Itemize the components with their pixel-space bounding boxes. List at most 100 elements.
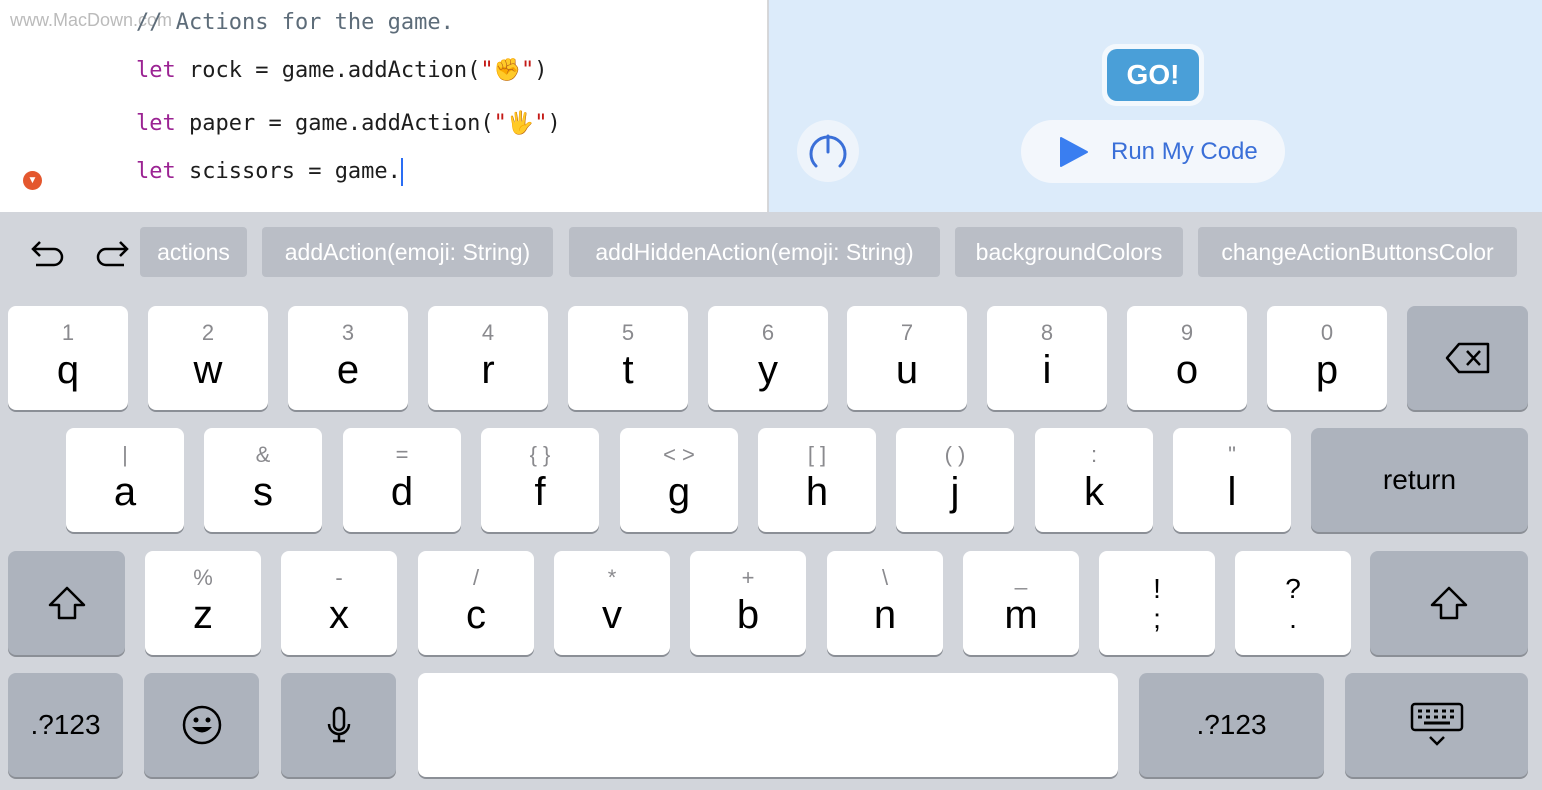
key-v[interactable]: * v bbox=[554, 551, 670, 655]
key-secondary-label: 2 bbox=[201, 320, 215, 345]
key-label: g bbox=[667, 470, 691, 514]
suggestion-chip[interactable]: addHiddenAction(emoji: String) bbox=[569, 227, 940, 277]
key-a[interactable]: | a bbox=[66, 428, 184, 532]
key-secondary-label: ? bbox=[1285, 573, 1301, 604]
key-h[interactable]: [ ] h bbox=[758, 428, 876, 532]
speedometer-icon bbox=[809, 134, 847, 168]
microphone-icon bbox=[327, 706, 350, 743]
key-label: .?123 bbox=[1196, 709, 1267, 740]
key-.[interactable]: ?. bbox=[1235, 551, 1351, 655]
key-secondary-label: 6 bbox=[761, 320, 775, 345]
key-r[interactable]: 4r bbox=[428, 306, 548, 410]
code-token: " bbox=[480, 58, 494, 83]
error-indicator-icon[interactable]: ▼ bbox=[23, 171, 42, 190]
suggestion-chip[interactable]: addAction(emoji: String) bbox=[262, 227, 553, 277]
key-e[interactable]: 3e bbox=[288, 306, 408, 410]
code-line[interactable]: let paper = game.addAction("🖐") bbox=[136, 111, 561, 136]
key-label: e bbox=[336, 348, 360, 392]
key-secondary-label: 7 bbox=[900, 320, 914, 345]
key-label: ; bbox=[1153, 603, 1161, 634]
key-secondary-label: - bbox=[335, 565, 343, 590]
space-key[interactable] bbox=[418, 673, 1118, 777]
key-label: o bbox=[1175, 348, 1199, 392]
code-comment: // Actions for the game. bbox=[136, 10, 454, 35]
key-g[interactable]: < > g bbox=[620, 428, 738, 532]
key-label: return bbox=[1382, 464, 1457, 495]
shift-key-left[interactable] bbox=[8, 551, 125, 655]
key-m[interactable]: _ m bbox=[963, 551, 1079, 655]
key-label: s bbox=[253, 470, 273, 514]
key-label: k bbox=[1084, 470, 1104, 514]
key-secondary-label: / bbox=[472, 565, 480, 590]
delete-icon bbox=[1445, 342, 1489, 374]
key-x[interactable]: -x bbox=[281, 551, 397, 655]
code-token: " bbox=[534, 111, 548, 136]
delete-key[interactable] bbox=[1407, 306, 1528, 410]
key-f[interactable]: { } f bbox=[481, 428, 599, 532]
hide-keyboard-key[interactable] bbox=[1345, 673, 1528, 777]
key-q[interactable]: 1q bbox=[8, 306, 128, 410]
key-n[interactable]: \ n bbox=[827, 551, 943, 655]
key-label: j bbox=[950, 470, 960, 514]
key-label: v bbox=[602, 593, 622, 637]
key-label: h bbox=[805, 470, 829, 514]
key-b[interactable]: + b bbox=[690, 551, 806, 655]
key-t[interactable]: 5t bbox=[568, 306, 688, 410]
key-;[interactable]: !; bbox=[1099, 551, 1215, 655]
key-label: a bbox=[113, 470, 137, 514]
emoji-key[interactable] bbox=[144, 673, 259, 777]
key-p[interactable]: 0p bbox=[1267, 306, 1387, 410]
redo-icon[interactable] bbox=[92, 232, 132, 272]
key-label: i bbox=[1042, 348, 1052, 392]
code-token: scissors = game. bbox=[175, 159, 401, 184]
key-secondary-label: 1 bbox=[61, 320, 75, 345]
key-label: y bbox=[758, 348, 778, 392]
return-key[interactable]: return bbox=[1311, 428, 1528, 532]
key-label: q bbox=[56, 348, 80, 392]
suggestion-chip[interactable]: changeActionButtonsColor bbox=[1198, 227, 1517, 277]
code-token: paper = game.addAction( bbox=[175, 111, 494, 136]
key-c[interactable]: / c bbox=[418, 551, 534, 655]
key-label: u bbox=[895, 348, 919, 392]
code-token: ) bbox=[534, 58, 548, 83]
numbers-key-right[interactable]: .?123 bbox=[1139, 673, 1324, 777]
shift-icon bbox=[1430, 586, 1468, 620]
code-line[interactable]: let scissors = game. bbox=[136, 158, 403, 186]
key-secondary-label: \ bbox=[881, 565, 889, 590]
key-secondary-label: ! bbox=[1153, 573, 1161, 604]
key-z[interactable]: % z bbox=[145, 551, 261, 655]
key-secondary-label: [ ] bbox=[807, 442, 827, 467]
key-secondary-label: 3 bbox=[341, 320, 355, 345]
key-j[interactable]: ( ) j bbox=[896, 428, 1014, 532]
key-d[interactable]: = d bbox=[343, 428, 461, 532]
key-secondary-label: { } bbox=[529, 442, 551, 467]
key-l[interactable]: " l bbox=[1173, 428, 1291, 532]
suggestion-chip[interactable]: backgroundColors bbox=[955, 227, 1183, 277]
key-label: m bbox=[1004, 593, 1038, 637]
key-w[interactable]: 2w bbox=[148, 306, 268, 410]
key-i[interactable]: 8i bbox=[987, 306, 1107, 410]
key-y[interactable]: 6y bbox=[708, 306, 828, 410]
key-o[interactable]: 9o bbox=[1127, 306, 1247, 410]
code-token: let bbox=[136, 159, 176, 184]
key-s[interactable]: & s bbox=[204, 428, 322, 532]
numbers-key-left[interactable]: .?123 bbox=[8, 673, 123, 777]
go-button[interactable]: GO! bbox=[1102, 44, 1204, 106]
dictation-key[interactable] bbox=[281, 673, 396, 777]
code-line[interactable]: let rock = game.addAction("✊") bbox=[136, 58, 548, 83]
suggestion-chip[interactable]: actions bbox=[140, 227, 247, 277]
code-editor[interactable]: www.MacDown.com // Actions for the game.… bbox=[0, 0, 768, 212]
key-secondary-label: ( ) bbox=[944, 442, 966, 467]
key-secondary-label: < > bbox=[663, 442, 695, 467]
key-label: l bbox=[1227, 470, 1237, 514]
key-secondary-label: : bbox=[1090, 442, 1098, 467]
undo-icon[interactable] bbox=[28, 232, 68, 272]
shift-key-right[interactable] bbox=[1370, 551, 1528, 655]
speed-button[interactable] bbox=[797, 120, 859, 182]
key-k[interactable]: :k bbox=[1035, 428, 1153, 532]
key-label: c bbox=[466, 593, 486, 637]
key-label: d bbox=[390, 470, 414, 514]
key-u[interactable]: 7u bbox=[847, 306, 967, 410]
emoji-icon bbox=[182, 705, 221, 745]
run-my-code-button[interactable]: Run My Code bbox=[1021, 120, 1285, 183]
